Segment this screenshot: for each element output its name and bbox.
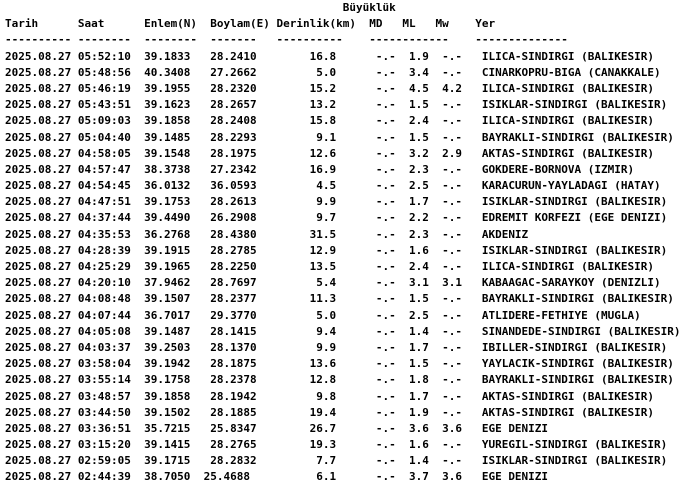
earthquake-row: 2025.08.27 03:36:51 35.7215 25.8347 26.7… bbox=[5, 421, 549, 435]
header-separator: ---------- -------- -------- ------- ---… bbox=[5, 33, 568, 47]
earthquake-row: 2025.08.27 03:58:04 39.1942 28.1875 13.6… bbox=[5, 357, 674, 371]
earthquake-row: 2025.08.27 05:09:03 39.1858 28.2408 15.8… bbox=[5, 114, 655, 128]
earthquake-row: 2025.08.27 05:43:51 39.1623 28.2657 13.2… bbox=[5, 98, 668, 112]
earthquake-row: 2025.08.27 05:52:10 39.1833 28.2410 16.8… bbox=[5, 49, 655, 63]
earthquake-list: Büyüklük Tarih Saat Enlem(N) Boylam(E) De… bbox=[0, 0, 700, 486]
magnitude-group-header: Büyüklük bbox=[5, 1, 396, 14]
earthquake-row: 2025.08.27 04:35:53 36.2768 28.4380 31.5… bbox=[5, 227, 529, 241]
earthquake-row: 2025.08.27 05:46:19 39.1955 28.2320 15.2… bbox=[5, 81, 655, 95]
earthquake-row: 2025.08.27 04:58:05 39.1548 28.1975 12.6… bbox=[5, 146, 655, 160]
earthquake-row: 2025.08.27 03:44:50 39.1502 28.1885 19.4… bbox=[5, 405, 655, 419]
earthquake-row: 2025.08.27 05:48:56 40.3408 27.2662 5.0 … bbox=[5, 65, 661, 79]
earthquake-row: 2025.08.27 04:54:45 36.0132 36.0593 4.5 … bbox=[5, 179, 661, 193]
earthquake-row: 2025.08.27 03:55:14 39.1758 28.2378 12.8… bbox=[5, 373, 674, 387]
earthquake-row: 2025.08.27 03:48:57 39.1858 28.1942 9.8 … bbox=[5, 389, 655, 403]
earthquake-row: 2025.08.27 03:15:20 39.1415 28.2765 19.3… bbox=[5, 438, 668, 452]
earthquake-row: 2025.08.27 02:59:05 39.1715 28.2832 7.7 … bbox=[5, 454, 668, 468]
earthquake-row: 2025.08.27 04:05:08 39.1487 28.1415 9.4 … bbox=[5, 324, 681, 338]
earthquake-row: 2025.08.27 04:08:48 39.1507 28.2377 11.3… bbox=[5, 292, 674, 306]
earthquake-row: 2025.08.27 04:57:47 38.3738 27.2342 16.9… bbox=[5, 162, 635, 176]
earthquake-row: 2025.08.27 04:03:37 39.2503 28.1370 9.9 … bbox=[5, 340, 668, 354]
column-header-row: Tarih Saat Enlem(N) Boylam(E) Derinlik(k… bbox=[5, 17, 496, 31]
earthquake-row: 2025.08.27 04:37:44 39.4490 26.2908 9.7 … bbox=[5, 211, 668, 225]
earthquake-row: 2025.08.27 04:20:10 37.9462 28.7697 5.4 … bbox=[5, 276, 661, 290]
earthquake-row: 2025.08.27 04:28:39 39.1915 28.2785 12.9… bbox=[5, 243, 668, 257]
earthquake-row: 2025.08.27 04:07:44 36.7017 29.3770 5.0 … bbox=[5, 308, 641, 322]
earthquake-row: 2025.08.27 05:04:40 39.1485 28.2293 9.1 … bbox=[5, 130, 674, 144]
earthquake-row: 2025.08.27 02:44:39 38.7050 25.4688 6.1 … bbox=[5, 470, 549, 484]
earthquake-row: 2025.08.27 04:47:51 39.1753 28.2613 9.9 … bbox=[5, 195, 668, 209]
earthquake-row: 2025.08.27 04:25:29 39.1965 28.2250 13.5… bbox=[5, 260, 655, 273]
